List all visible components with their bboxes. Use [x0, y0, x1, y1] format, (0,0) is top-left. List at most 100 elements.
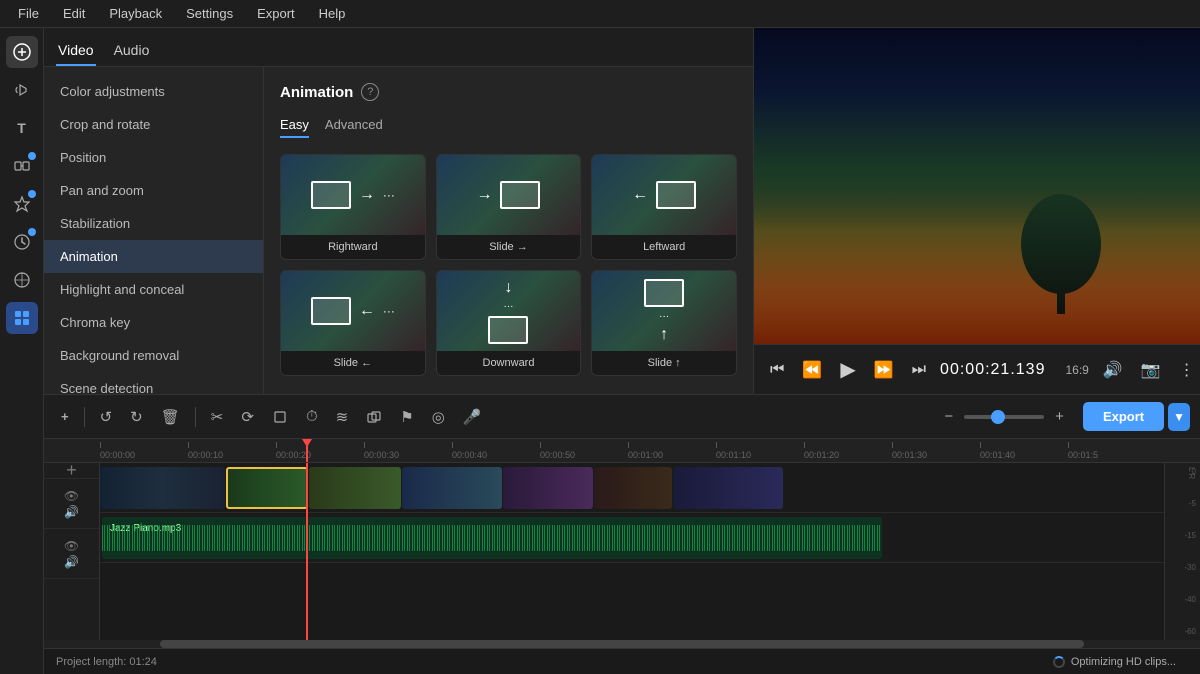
timeline-tracks[interactable]: Jazz Piano.mp3 [100, 463, 1164, 640]
prop-highlight-conceal[interactable]: Highlight and conceal [44, 273, 263, 306]
cut-button[interactable]: ✂ [204, 403, 231, 431]
menu-help[interactable]: Help [309, 4, 356, 23]
add-to-timeline-button[interactable]: + [54, 404, 76, 429]
zoom-slider[interactable] [964, 415, 1044, 419]
animation-title: Animation [280, 84, 353, 101]
playback-time: 00:00:21.139 [940, 361, 1045, 379]
prop-position[interactable]: Position [44, 141, 263, 174]
anim-card-slide-right[interactable]: → Slide → [436, 154, 582, 260]
video-clip-7[interactable] [673, 467, 783, 509]
track-label-audio: 👁 🔊 [44, 529, 99, 579]
ruler-mark-110: 00:01:10 [716, 442, 804, 462]
anim-tab-advanced[interactable]: Advanced [325, 117, 383, 138]
stabilize-button[interactable]: ◎ [425, 403, 452, 431]
video-clip-5[interactable] [503, 467, 593, 509]
audio-eye-icon[interactable]: 👁 [64, 539, 79, 553]
optimizing-text: Optimizing HD clips... [1071, 656, 1176, 668]
anim-tab-easy[interactable]: Easy [280, 117, 309, 138]
prop-color-adjustments[interactable]: Color adjustments [44, 75, 263, 108]
project-length: Project length: 01:24 [56, 656, 157, 668]
audio-clip-1[interactable]: Jazz Piano.mp3 [102, 517, 882, 559]
prop-stabilization[interactable]: Stabilization [44, 207, 263, 240]
prop-scene-detection[interactable]: Scene detection [44, 372, 263, 394]
anim-card-leftward[interactable]: ← Leftward [591, 154, 737, 260]
video-preview: ⏮ ⏪ ▶ ⏩ ⏭ 00:00:21.139 16:9 🔊 📷 ⋮ [754, 28, 1200, 394]
menu-export[interactable]: Export [247, 4, 305, 23]
more-options-button[interactable]: ⋮ [1175, 356, 1199, 384]
menu-edit[interactable]: Edit [53, 4, 95, 23]
prop-animation[interactable]: Animation [44, 240, 263, 273]
anim-card-downward[interactable]: ↓ ··· Downward [436, 270, 582, 376]
undo-button[interactable]: ↺ [93, 403, 120, 431]
prop-pan-zoom[interactable]: Pan and zoom [44, 174, 263, 207]
time-icon[interactable] [6, 226, 38, 258]
left-sidebar: T [0, 28, 44, 674]
effects-icon[interactable] [6, 188, 38, 220]
export-button[interactable]: Export [1083, 402, 1164, 431]
audio-mute-icon[interactable]: 🔊 [64, 555, 79, 569]
eye-icon[interactable]: 👁 [64, 489, 79, 503]
help-icon[interactable]: ? [361, 83, 379, 101]
step-back-button[interactable]: ⏪ [798, 356, 826, 384]
flag-button[interactable]: ⚑ [393, 403, 420, 431]
ruler-mark-20: 00:00:20 [276, 442, 364, 462]
playhead[interactable] [306, 439, 308, 462]
mute-icon[interactable]: 🔊 [64, 505, 79, 519]
ruler-mark-120: 00:01:20 [804, 442, 892, 462]
ruler-mark-30: 00:00:30 [364, 442, 452, 462]
tab-audio[interactable]: Audio [112, 36, 152, 66]
menu-settings[interactable]: Settings [176, 4, 243, 23]
redo-button[interactable]: ↻ [123, 403, 150, 431]
video-clip-6[interactable] [594, 467, 672, 509]
overlays-icon[interactable] [6, 264, 38, 296]
crop-button[interactable] [265, 404, 295, 430]
anim-card-rightward[interactable]: → ··· Rightward [280, 154, 426, 260]
prop-crop-rotate[interactable]: Crop and rotate [44, 108, 263, 141]
timeline-ruler: 00:00:00 00:00:10 00:00:20 00:00:30 00:0… [44, 439, 1200, 463]
text-icon[interactable]: T [6, 112, 38, 144]
timer-button[interactable]: ⏱ [299, 403, 325, 430]
skip-start-button[interactable]: ⏮ [766, 357, 788, 383]
ruler-mark-150: 00:01:5 [1068, 442, 1156, 462]
ruler-mark-100: 00:01:00 [628, 442, 716, 462]
tree-silhouette [1011, 184, 1111, 314]
rotate-button[interactable]: ⟳ [234, 403, 261, 431]
video-clip-1[interactable] [100, 467, 225, 509]
apps-icon[interactable] [6, 302, 38, 334]
skip-end-button[interactable]: ⏭ [908, 357, 930, 383]
anim-label-slide-left: Slide ← [281, 351, 425, 375]
prop-chroma-key[interactable]: Chroma key [44, 306, 263, 339]
animation-panel: Animation ? Easy Advanced [264, 67, 753, 394]
screenshot-button[interactable]: 📷 [1137, 356, 1165, 384]
audio-icon[interactable] [6, 74, 38, 106]
ruler-mark-140: 00:01:40 [980, 442, 1068, 462]
menu-file[interactable]: File [8, 4, 49, 23]
add-media-icon[interactable] [6, 36, 38, 68]
anim-card-slide-up[interactable]: ··· ↑ Slide ↑ [591, 270, 737, 376]
video-clip-4[interactable] [402, 467, 502, 509]
video-track [100, 463, 1164, 513]
video-clip-3[interactable] [309, 467, 401, 509]
play-button[interactable]: ▶ [836, 353, 859, 386]
overlay-button[interactable] [359, 404, 389, 430]
anim-label-slide-right: Slide → [437, 235, 581, 259]
level-meter: 0 -5 -15 -30 -40 -60 L R [1164, 463, 1200, 640]
prop-background-removal[interactable]: Background removal [44, 339, 263, 372]
export-dropdown-button[interactable]: ▼ [1168, 403, 1190, 431]
delete-button[interactable]: 🗑 [154, 403, 187, 431]
video-clip-2[interactable] [226, 467, 308, 509]
ruler-mark-130: 00:01:30 [892, 442, 980, 462]
transitions-icon[interactable] [6, 150, 38, 182]
anim-card-slide-left[interactable]: ← ··· Slide ← [280, 270, 426, 376]
zoom-in-button[interactable]: + [1048, 403, 1071, 430]
volume-button[interactable]: 🔊 [1099, 356, 1127, 384]
aspect-ratio[interactable]: 16:9 [1065, 363, 1088, 377]
timeline-scrollbar[interactable] [44, 640, 1200, 648]
zoom-out-button[interactable]: − [937, 403, 960, 430]
audio-mix-button[interactable]: ≋ [329, 403, 356, 431]
menu-playback[interactable]: Playback [99, 4, 172, 23]
step-forward-button[interactable]: ⏩ [870, 356, 898, 384]
mic-button[interactable]: 🎤 [456, 403, 489, 431]
loading-spinner [1053, 656, 1065, 668]
tab-video[interactable]: Video [56, 36, 96, 66]
